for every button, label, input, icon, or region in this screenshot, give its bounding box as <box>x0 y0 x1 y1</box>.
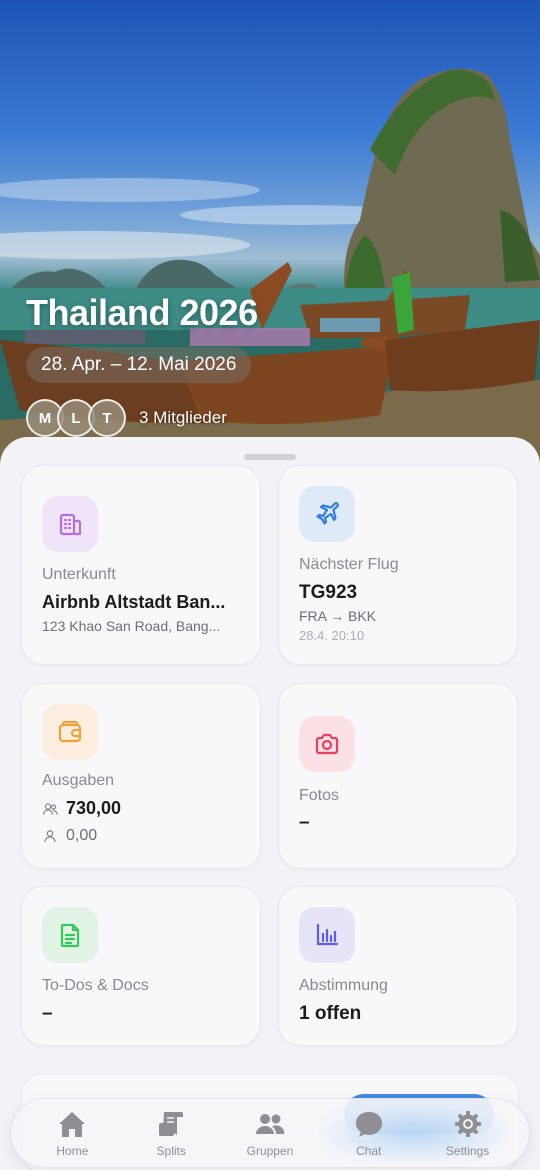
building-icon <box>42 496 98 552</box>
photos-value: – <box>299 812 310 833</box>
wallet-icon <box>42 704 98 760</box>
airplane-icon <box>299 486 355 542</box>
voting-value: 1 offen <box>299 1003 362 1024</box>
flight-route: FRA → BKK <box>299 608 377 624</box>
photos-card[interactable]: Fotos – <box>278 683 518 869</box>
trip-dashboard-sheet: Unterkunft Airbnb Altstadt Ban... 123 Kh… <box>0 437 540 1170</box>
expenses-card[interactable]: Ausgaben 730,00 0,00 <box>21 683 261 869</box>
todos-label: To-Dos & Docs <box>42 977 149 994</box>
tab-splits[interactable]: Splits <box>125 1109 217 1158</box>
expenses-own-row: 0,00 <box>42 827 97 845</box>
gear-icon <box>454 1110 481 1137</box>
todos-docs-card[interactable]: To-Dos & Docs – <box>21 886 261 1046</box>
house-icon <box>59 1111 86 1137</box>
camera-icon <box>299 716 355 772</box>
voting-card[interactable]: Abstimmung 1 offen <box>278 886 518 1046</box>
group-icon <box>42 802 58 815</box>
member-count: 3 Mitglieder <box>139 408 227 427</box>
accommodation-name: Airbnb Altstadt Ban... <box>42 592 226 612</box>
receipt-icon <box>159 1111 184 1136</box>
tab-groups-label: Gruppen <box>246 1143 294 1158</box>
next-flight-label: Nächster Flug <box>299 556 399 573</box>
todos-value: – <box>42 1003 53 1024</box>
chat-bubble-icon <box>355 1111 382 1137</box>
document-icon <box>42 907 98 963</box>
expenses-own-amount: 0,00 <box>66 827 98 844</box>
tab-groups[interactable]: Gruppen <box>224 1109 316 1158</box>
trip-title: Thailand 2026 <box>26 292 258 333</box>
expenses-group-amount: 730,00 <box>66 798 122 818</box>
tab-settings-label: Settings <box>445 1143 490 1158</box>
bar-chart-icon <box>299 907 355 963</box>
avatar[interactable]: T <box>88 399 126 437</box>
tab-home-label: Home <box>56 1143 89 1158</box>
photos-label: Fotos <box>299 787 340 804</box>
next-flight-card[interactable]: Nächster Flug TG923 FRA → BKK 28.4. 20:1… <box>278 465 518 665</box>
members-row[interactable]: M L T 3 Mitglieder <box>26 398 227 438</box>
expenses-group-row: 730,00 <box>42 798 121 819</box>
accommodation-label: Unterkunft <box>42 566 116 583</box>
tab-home[interactable]: Home <box>26 1109 118 1158</box>
bottom-tab-bar: Home Splits Gruppen Chat Settings <box>10 1098 530 1168</box>
tab-chat[interactable]: Chat <box>323 1109 415 1158</box>
person-icon <box>44 830 56 843</box>
accommodation-card[interactable]: Unterkunft Airbnb Altstadt Ban... 123 Kh… <box>21 465 261 665</box>
expenses-label: Ausgaben <box>42 772 115 789</box>
tab-settings[interactable]: Settings <box>422 1109 514 1158</box>
sheet-grabber[interactable] <box>244 454 296 460</box>
tab-splits-label: Splits <box>156 1143 186 1158</box>
tab-chat-label: Chat <box>356 1143 382 1158</box>
people-icon <box>255 1113 285 1134</box>
accommodation-address: 123 Khao San Road, Bang... <box>42 618 221 634</box>
flight-departure-time: 28.4. 20:10 <box>299 628 365 643</box>
trip-date-range[interactable]: 28. Apr. – 12. Mai 2026 <box>26 347 252 383</box>
flight-number: TG923 <box>299 582 358 603</box>
trip-cover-image: Thailand 2026 28. Apr. – 12. Mai 2026 M … <box>0 0 540 470</box>
voting-label: Abstimmung <box>299 977 388 994</box>
